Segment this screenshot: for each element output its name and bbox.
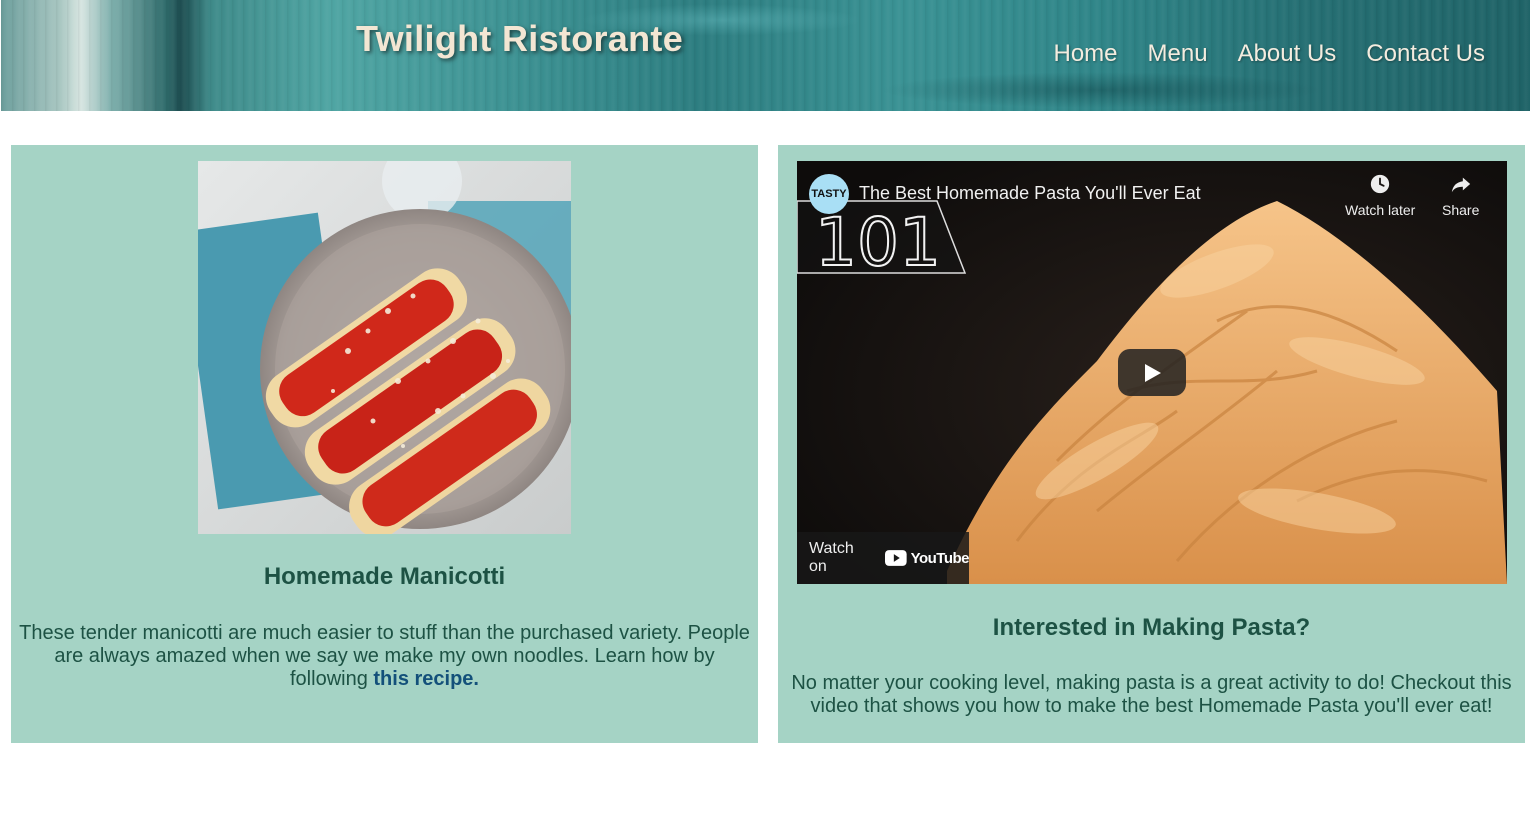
share-arrow-icon <box>1451 177 1470 193</box>
manicotti-card: Homemade Manicotti These tender manicott… <box>11 145 758 743</box>
manicotti-image <box>198 161 571 534</box>
share-button[interactable]: Share <box>1442 173 1479 218</box>
video-title[interactable]: The Best Homemade Pasta You'll Ever Eat <box>859 183 1201 204</box>
clock-icon <box>1370 174 1390 194</box>
recipe-link[interactable]: this recipe. <box>373 668 479 690</box>
youtube-logo-icon <box>884 550 907 566</box>
share-label: Share <box>1442 202 1480 218</box>
manicotti-heading: Homemade Manicotti <box>263 563 506 590</box>
nav-menu[interactable]: Menu <box>1148 40 1208 68</box>
watch-on-label: Watch on <box>809 540 854 575</box>
youtube-embed[interactable]: 101 TASTY The Best Homemade Pasta You'll… <box>797 161 1507 584</box>
watch-later-label: Watch later <box>1345 202 1416 218</box>
nav-home[interactable]: Home <box>1053 40 1117 68</box>
pasta-description: No matter your cooking level, making pas… <box>791 672 1512 717</box>
play-icon <box>1145 363 1161 382</box>
nav-contact-us[interactable]: Contact Us <box>1366 40 1485 68</box>
watch-later-button[interactable]: Watch later <box>1345 173 1415 218</box>
site-title: Twilight Ristorante <box>356 18 684 59</box>
tasty-channel-logo[interactable]: TASTY <box>809 174 849 214</box>
manicotti-photo <box>198 161 571 534</box>
nav-about-us[interactable]: About Us <box>1238 40 1337 68</box>
watch-on-youtube-link[interactable]: Watch on YouTube <box>797 532 970 584</box>
pasta-heading: Interested in Making Pasta? <box>992 614 1311 641</box>
pasta-video-card: 101 TASTY The Best Homemade Pasta You'll… <box>778 145 1525 743</box>
manicotti-description: These tender manicotti are much easier t… <box>17 622 752 691</box>
site-header: Twilight Ristorante Home Menu About Us C… <box>1 0 1530 111</box>
badge-101: 101 <box>815 204 941 281</box>
main-nav: Home Menu About Us Contact Us <box>1053 40 1485 68</box>
youtube-wordmark: YouTube <box>910 549 970 567</box>
play-button[interactable] <box>1118 349 1186 396</box>
